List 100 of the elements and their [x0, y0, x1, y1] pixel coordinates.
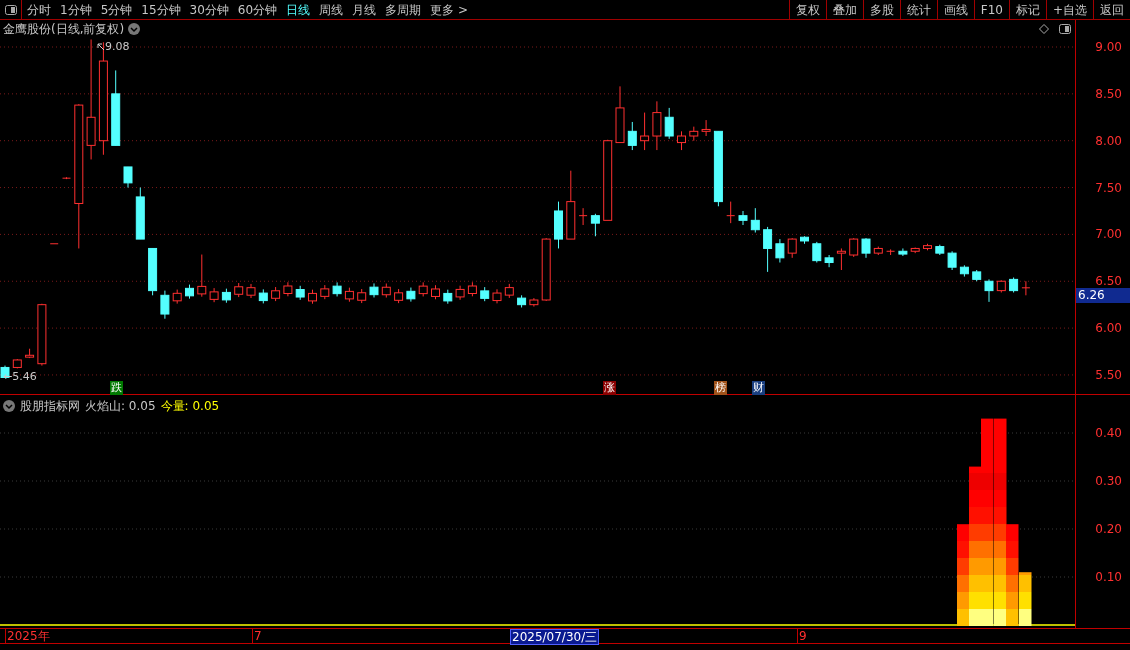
candle	[836, 247, 846, 271]
period-tab[interactable]: 月线	[352, 0, 377, 19]
panel-toggle-icon[interactable]	[1059, 24, 1071, 34]
event-marker[interactable]: 财	[752, 381, 765, 395]
candle	[861, 237, 871, 259]
candle	[344, 287, 354, 303]
period-tab[interactable]: 多周期	[385, 0, 422, 19]
event-marker[interactable]: 跌	[110, 381, 123, 395]
candle	[271, 286, 281, 302]
candle	[554, 201, 563, 249]
price-axis-label: 7.00	[1095, 227, 1122, 242]
candle	[566, 170, 576, 240]
candle	[357, 288, 367, 304]
candle	[677, 130, 686, 151]
candle	[62, 176, 71, 180]
candle	[615, 85, 625, 144]
candle	[123, 166, 133, 189]
candle	[873, 246, 883, 256]
period-tab[interactable]: 分时	[27, 0, 51, 19]
period-tab[interactable]: 日线	[286, 0, 311, 19]
candle	[935, 244, 945, 256]
period-tab[interactable]: 30分钟	[189, 0, 229, 19]
candle	[947, 250, 957, 271]
period-tab[interactable]: 60分钟	[237, 0, 278, 19]
event-marker[interactable]: 榜	[714, 381, 727, 395]
candle	[541, 237, 551, 302]
candle	[246, 283, 256, 299]
candle	[443, 289, 453, 305]
toolbar-button[interactable]: 统计	[899, 0, 937, 19]
candle	[37, 303, 47, 367]
date-axis-label: 9	[797, 629, 807, 643]
candle	[197, 254, 207, 298]
candle	[775, 238, 785, 263]
candle	[172, 289, 182, 305]
candle	[406, 287, 416, 303]
candle	[652, 100, 662, 151]
candle	[750, 207, 760, 234]
candle	[701, 119, 711, 137]
candle	[492, 288, 502, 304]
candle	[972, 269, 982, 282]
candle	[923, 243, 932, 251]
candle	[529, 297, 539, 308]
candle	[455, 285, 465, 301]
candle	[689, 126, 699, 142]
price-axis-label: 7.50	[1095, 180, 1122, 195]
candle	[295, 285, 305, 301]
indicator-axis-label: 0.10	[1095, 570, 1122, 584]
candle	[984, 278, 994, 303]
period-tab[interactable]: 15分钟	[141, 0, 181, 19]
period-tab[interactable]: 5分钟	[100, 0, 133, 19]
candle	[800, 235, 809, 245]
toolbar-button[interactable]: 标记	[1008, 0, 1046, 19]
indicator-legend: 今量: 0.05	[160, 397, 220, 415]
candle	[234, 282, 244, 298]
price-axis-label: 8.50	[1095, 86, 1122, 101]
period-tab[interactable]: 周线	[319, 0, 344, 19]
indicator-axis-label: 0.30	[1095, 474, 1122, 488]
candle	[394, 288, 404, 304]
price-axis-label: 6.00	[1095, 321, 1122, 336]
candle	[627, 121, 637, 151]
candle	[480, 286, 490, 302]
candle	[332, 281, 342, 297]
chart-title: 金鹰股份(日线,前复权)	[3, 21, 125, 38]
candle	[381, 283, 391, 299]
event-marker[interactable]: 涨	[603, 381, 616, 395]
toolbar-button[interactable]: 多股	[862, 0, 900, 19]
candle	[320, 284, 330, 300]
price-axis-label: 5.50	[1095, 367, 1122, 382]
low-price-label: ←5.46	[3, 369, 37, 385]
price-axis-label: 8.00	[1095, 133, 1122, 148]
current-price-label: 6.26	[1076, 288, 1130, 303]
candle	[160, 290, 170, 320]
candle	[258, 288, 268, 304]
candle	[431, 284, 440, 300]
candle	[898, 247, 908, 257]
candle	[812, 241, 822, 263]
price-axis-label: 6.50	[1095, 274, 1122, 289]
toolbar-button[interactable]: F10	[973, 0, 1009, 19]
candle	[185, 284, 194, 300]
dropdown-icon[interactable]	[3, 400, 15, 412]
candle	[209, 287, 219, 303]
toolbar-button[interactable]: 画线	[936, 0, 974, 19]
candle	[910, 247, 920, 254]
candle	[467, 281, 477, 297]
toolbar-button[interactable]: +自选	[1045, 0, 1093, 19]
candle	[996, 279, 1006, 293]
candle	[886, 248, 896, 256]
indicator-legend: 股朋指标网	[20, 397, 80, 415]
toolbar-button[interactable]: 叠加	[825, 0, 863, 19]
high-price-label: 9.08	[105, 39, 130, 55]
toolbar-button[interactable]: 返回	[1093, 0, 1130, 19]
candle	[148, 247, 158, 296]
toolbar-button[interactable]: 复权	[788, 0, 826, 19]
period-tab[interactable]: 更多 >	[430, 0, 468, 19]
candle	[578, 207, 588, 226]
period-tab[interactable]: 1分钟	[60, 0, 92, 19]
candle	[504, 283, 514, 299]
dropdown-icon[interactable]	[128, 23, 141, 35]
candle	[418, 281, 428, 297]
diamond-icon[interactable]	[1039, 24, 1049, 34]
